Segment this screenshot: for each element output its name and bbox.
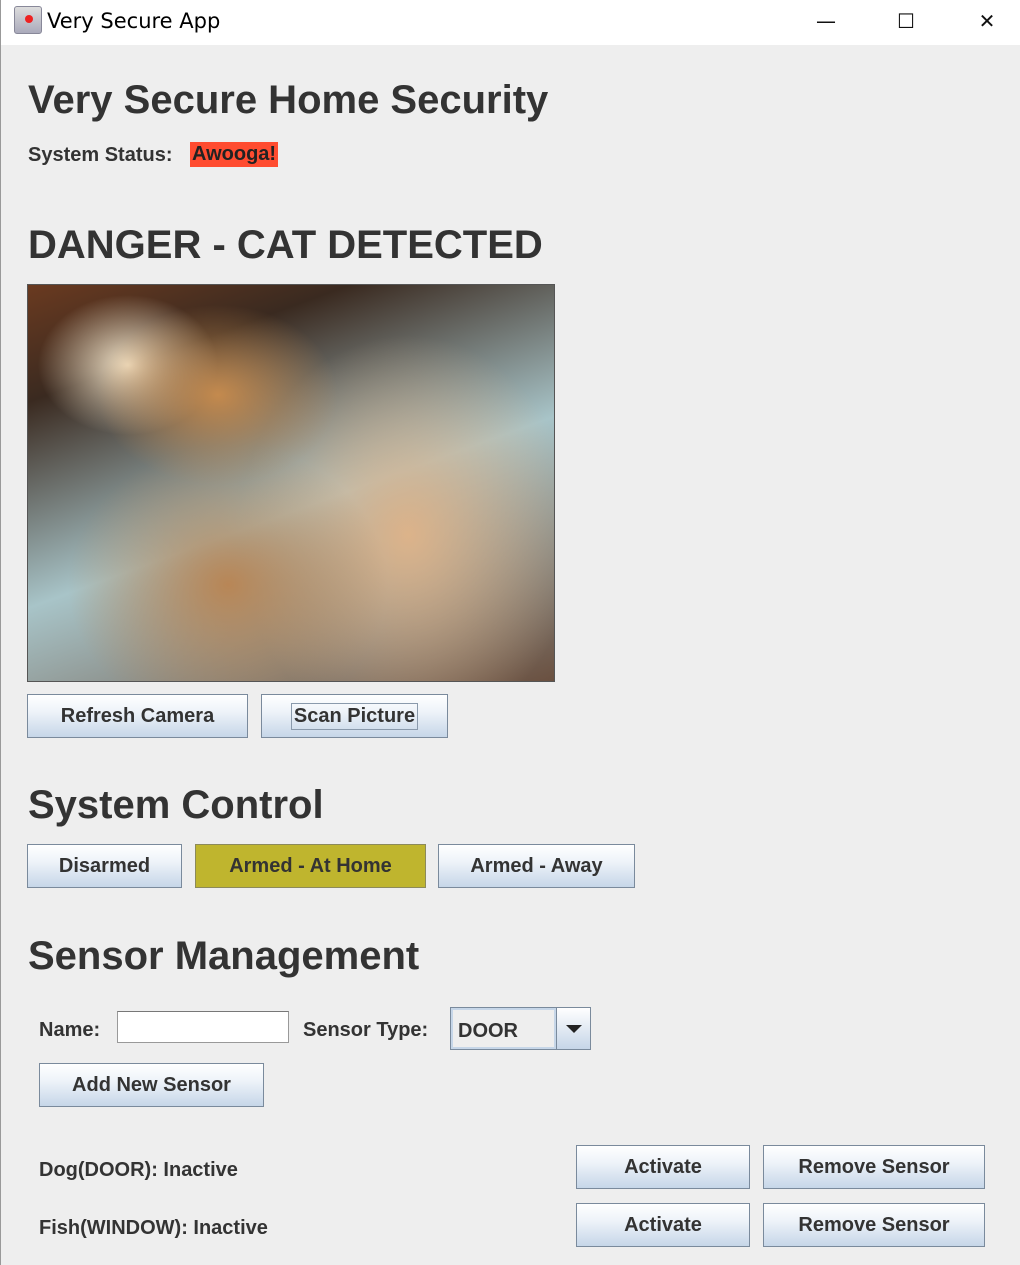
sensor-type-value: DOOR xyxy=(451,1008,556,1049)
title-bar: Very Secure App — ☐ ✕ xyxy=(1,0,1020,45)
sensor-type-label: Sensor Type: xyxy=(303,1019,429,1041)
close-button[interactable]: ✕ xyxy=(967,6,1007,36)
scan-picture-label: Scan Picture xyxy=(290,702,419,730)
refresh-camera-button[interactable]: Refresh Camera xyxy=(27,694,248,738)
system-control-heading: System Control xyxy=(28,783,324,827)
page-title: Very Secure Home Security xyxy=(28,78,549,122)
armed-away-button[interactable]: Armed - Away xyxy=(438,844,635,888)
java-app-icon xyxy=(14,6,42,34)
activate-sensor-button[interactable]: Activate xyxy=(576,1203,750,1247)
sensor-type-select[interactable]: DOOR xyxy=(450,1007,591,1050)
sensor-management-heading: Sensor Management xyxy=(28,934,420,978)
armed-at-home-button[interactable]: Armed - At Home xyxy=(195,844,426,888)
status-badge: Awooga! xyxy=(190,142,279,167)
minimize-button[interactable]: — xyxy=(806,6,846,36)
remove-sensor-button[interactable]: Remove Sensor xyxy=(763,1145,985,1189)
camera-heading: DANGER - CAT DETECTED xyxy=(28,223,543,267)
dropdown-arrow-button[interactable] xyxy=(556,1008,590,1049)
status-label: System Status: xyxy=(28,144,173,166)
disarmed-button[interactable]: Disarmed xyxy=(27,844,182,888)
camera-image xyxy=(27,284,555,682)
name-label: Name: xyxy=(39,1019,101,1041)
sensor-status-text: Fish(WINDOW): Inactive xyxy=(39,1217,268,1239)
sensor-name-input[interactable] xyxy=(117,1011,289,1043)
sensor-status-text: Dog(DOOR): Inactive xyxy=(39,1159,238,1181)
chevron-down-icon xyxy=(565,1024,582,1033)
activate-sensor-button[interactable]: Activate xyxy=(576,1145,750,1189)
maximize-button[interactable]: ☐ xyxy=(886,6,926,36)
scan-picture-button[interactable]: Scan Picture xyxy=(261,694,448,738)
remove-sensor-button[interactable]: Remove Sensor xyxy=(763,1203,985,1247)
window-title: Very Secure App xyxy=(47,9,221,33)
add-sensor-button[interactable]: Add New Sensor xyxy=(39,1063,264,1107)
